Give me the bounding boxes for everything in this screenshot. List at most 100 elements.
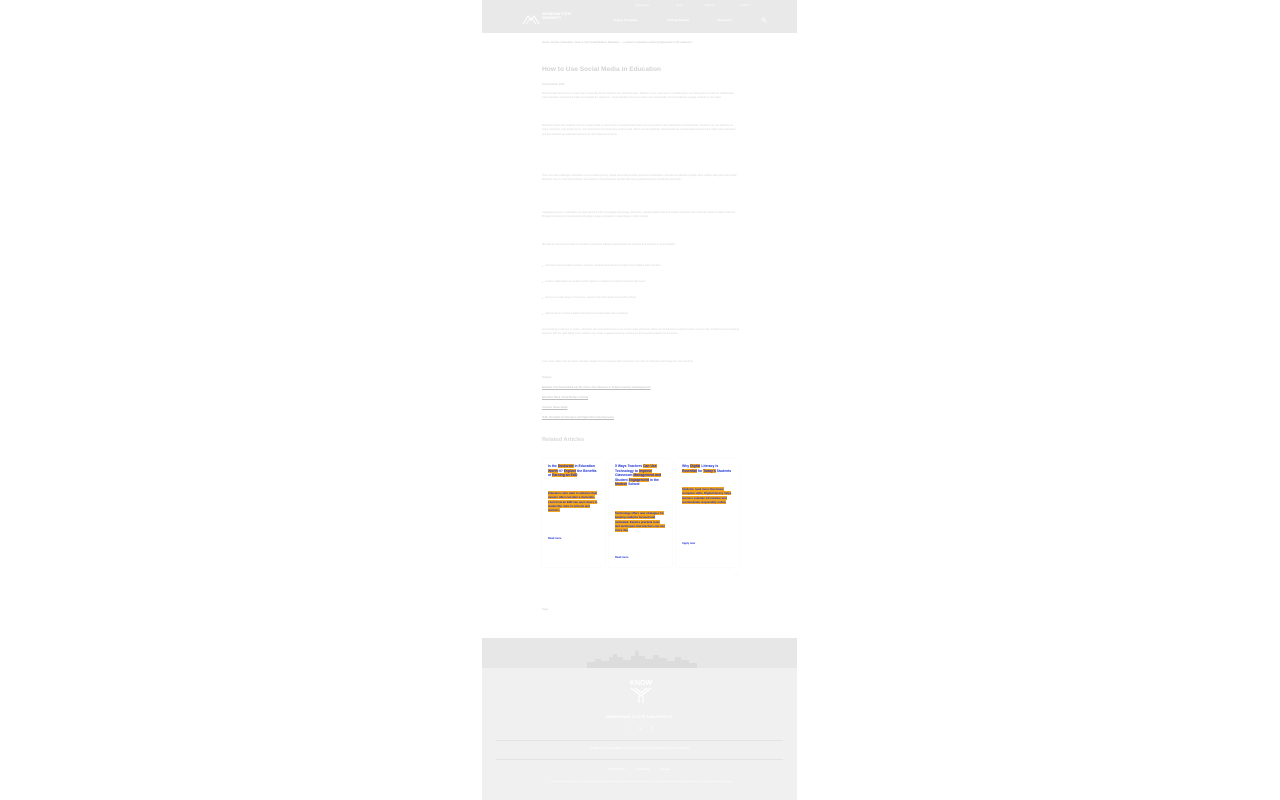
card-text-fragment: Doctorate [557,464,574,468]
source-link[interactable]: ISTE, Standards for Educators and Digita… [542,416,739,420]
carousel-arrows[interactable]: ‹ › [734,572,737,576]
page: Apply Now Give MyKSU Search KENNESAW STA… [482,0,797,800]
article-paragraph: As technology continues to evolve, educa… [542,328,740,336]
card-text-fragment: Can Use [643,464,657,468]
card-text-fragment: Educators who want to advance their care… [548,491,598,500]
card-text-fragment: in Education [573,464,595,468]
bullet-icon [542,313,544,315]
footer-band [482,638,797,668]
card-read-more-link[interactable]: Read more [548,537,561,540]
list-item-text: Access to a wide range of resources, exp… [545,296,637,299]
card-excerpt: Technology offers new strategies for kee… [615,511,665,533]
card-excerpt: Students need more than basic computer s… [682,487,732,504]
footer-logo-text: KNOW [630,680,653,687]
card-text-fragment: Modern [615,482,628,487]
instagram-icon[interactable]: ig [638,726,642,730]
card-text-fragment: Technology to [615,468,639,473]
list-item: Improved communication between teachers,… [542,264,739,268]
nav-getting-started[interactable]: Getting Started [667,18,689,22]
tags-label: Tags: [542,607,549,611]
card-text-fragment: focused [638,515,650,520]
related-articles-heading: Related Articles [542,437,585,443]
card-text-fragment: Learn [548,499,556,504]
campus-skyline-icon [587,650,697,668]
bullet-icon [542,297,544,299]
card-title[interactable]: 5 Ways Teachers Can Use Technology to Im… [615,464,665,487]
source-link[interactable]: Edutopia, How Social Media Can Be Used i… [542,386,739,390]
linkedin-icon[interactable]: in [650,726,654,730]
sources-label: Sources: [542,376,552,379]
list-item: Access to a wide range of resources, exp… [542,296,739,300]
card-text-fragment: Students [715,468,732,473]
footer-university-name: KENNESAW STATE UNIVERSITY [606,714,673,719]
card-text-fragment: Literacy Is [700,464,719,468]
article-paragraph: Benefits of using social media in educat… [542,243,676,246]
card-title[interactable]: Is the Doctorate in Education Worth It? … [548,464,598,478]
utility-link-apply[interactable]: Apply Now [635,3,649,7]
card-text-fragment: It? [557,468,564,473]
nav-degree-programs[interactable]: Degree Programs [613,18,638,22]
card-read-more-link[interactable]: Apply now [682,542,695,545]
card-text-fragment: Essential [682,468,697,473]
article-paragraph: A graduate degree in education can help … [542,211,736,219]
card-text-fragment: Management and [633,473,662,478]
footer-legal-text: Kennesaw State University is accredited … [551,781,733,783]
footer-link-accessibility[interactable]: Accessibility [636,768,650,771]
footer-link-privacy[interactable]: Privacy Policy [609,768,625,771]
utility-link-give[interactable]: Give [676,3,682,7]
breadcrumb[interactable]: Home / Articles / Education / How to Use… [542,41,737,44]
footer-links: Privacy Policy Accessibility Sitemap [482,768,797,771]
card-text-fragment: Is the [548,464,558,468]
card-text-fragment: Student [615,477,629,482]
card-text-fragment: open doors [578,499,595,504]
source-link[interactable]: Education Week, Social Media in Schools [542,396,739,400]
list-item-text: Greater collaboration as students work t… [545,280,647,283]
card-text-fragment: Today's [703,468,716,473]
related-article-card[interactable]: Why Digital Literacy Is Essential for To… [676,459,739,567]
card-text-fragment: Digital [690,464,701,468]
site-header: Apply Now Give MyKSU Search KENNESAW STA… [482,0,797,33]
ksu-logo-text[interactable]: KENNESAW STATE UNIVERSITY [542,12,582,20]
list-item-text: Improved communication between teachers,… [545,264,662,267]
related-article-card[interactable]: Is the Doctorate in Education Worth It? … [542,459,605,567]
ksu-logo-icon[interactable] [522,14,540,26]
card-text-fragment: Improve [638,468,653,473]
card-text-fragment: Earning an EdD [552,473,578,478]
footer-address: © 2022 Kennesaw State University | Kenne… [590,746,689,750]
list-item: Greater collaboration as students work t… [542,280,739,284]
source-link[interactable]: Common Sense Media [542,406,739,410]
card-excerpt: Educators who want to advance their care… [548,491,598,513]
card-read-more-link[interactable]: Read more [615,556,628,559]
article-paragraph[interactable]: Learn more about how an online education… [542,360,739,364]
page-title: How to Use Social Media in Education [542,66,662,73]
utility-link-search[interactable]: Search [740,3,750,7]
article-byline: Posted March 2022 [542,83,565,86]
bullet-icon [542,281,544,283]
facebook-icon[interactable]: f [627,726,631,730]
card-text-fragment: 5 Ways Teachers [615,464,644,468]
card-text-fragment: evaluate [693,495,705,500]
logo-line2: UNIVERSITY [542,15,562,20]
article-paragraph: Research shows that students who use soc… [542,124,736,136]
list-item-text: Opportunities to practice digital citize… [545,312,629,315]
related-article-card[interactable]: 5 Ways Teachers Can Use Technology to Im… [609,459,672,567]
card-text-fragment: Why [682,464,691,468]
card-text-fragment: Explore [563,468,577,473]
search-icon[interactable] [761,17,767,23]
card-text-fragment: practical [640,519,653,524]
card-text-fragment: how an EdD can [555,499,579,504]
card-text-fragment: Digital literacy [704,491,724,496]
nav-resources[interactable]: Resources [717,18,732,22]
footer-divider [496,740,783,741]
utility-link-myksu[interactable]: MyKSU [705,3,715,7]
card-text-fragment: in the [648,477,659,482]
article-paragraph: Social media has become a major part of … [542,92,735,100]
footer-divider [496,759,783,760]
footer-link-sitemap[interactable]: Sitemap [661,768,671,771]
card-text-fragment: Worth [548,468,558,473]
footer-logo-icon[interactable]: KNOW [626,677,656,704]
card-title[interactable]: Why Digital Literacy Is Essential for To… [682,464,732,473]
card-text-fragment: School [627,482,640,487]
article-paragraph: There are also challenges. Educators mus… [542,174,737,182]
card-text-fragment: Classroom [615,473,634,478]
